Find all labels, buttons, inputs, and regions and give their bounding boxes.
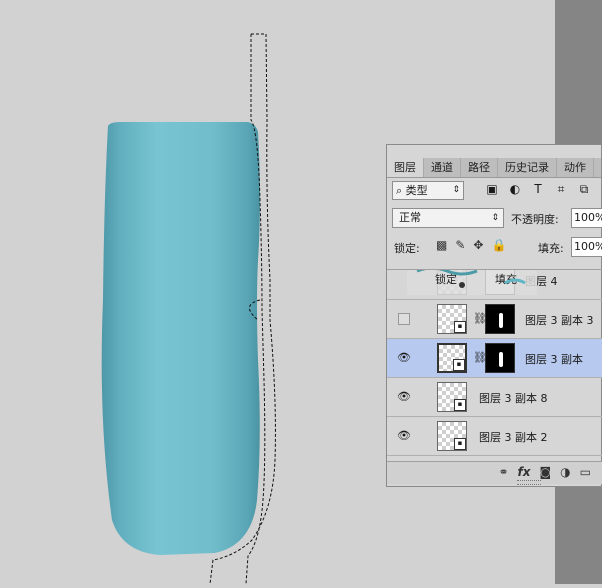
resize-grip[interactable] [517, 480, 541, 485]
layer-thumbnail: ▪ [437, 421, 467, 451]
eye-icon[interactable]: 👁 [397, 429, 411, 443]
layer-thumbnail: ▪ [437, 304, 467, 334]
tab-history[interactable]: 历史记录 [498, 158, 557, 177]
layer-row[interactable]: 👁 ▪ 图层 3 副本 8 [387, 378, 602, 417]
mask-icon[interactable]: ◙ [540, 465, 552, 479]
tab-actions[interactable]: 动作 [557, 158, 594, 177]
tab-channels[interactable]: 通道 [424, 158, 461, 177]
filter-icons: ▣ ◐ T ⌗ ⧉ [484, 182, 592, 197]
adjustment-filter-icon[interactable]: ◐ [507, 182, 523, 197]
visibility-toggle[interactable] [398, 313, 410, 325]
drag-wave-shape [416, 270, 526, 288]
layers-list[interactable]: 图层 4 锁定 填充 ▪ ⛓ 图层 3 副本 3 👁 ▪ ⛓ 图层 3 副本 👁… [387, 269, 602, 462]
layers-panel: 图层 通道 路径 历史记录 动作 ⌕ 类型 ⇕ ▣ ◐ T ⌗ ⧉ 正常 ⇕ 不… [386, 144, 602, 487]
layer-row-selected[interactable]: 👁 ▪ ⛓ 图层 3 副本 [387, 339, 602, 378]
layer-name[interactable]: 图层 3 副本 2 [479, 429, 548, 445]
lock-label: 锁定: [394, 242, 420, 255]
type-filter-icon[interactable]: T [530, 182, 546, 197]
updown-arrow-icon: ⇕ [491, 213, 499, 223]
eye-icon[interactable]: 👁 [397, 351, 411, 365]
drag-overlay: 锁定 填充 [407, 270, 537, 295]
layer-thumbnail: ▪ [437, 343, 467, 373]
tab-layers[interactable]: 图层 [387, 158, 424, 177]
layer-name[interactable]: 图层 3 副本 8 [479, 390, 548, 406]
blend-row: 正常 ⇕ 不透明度: 100% [392, 208, 602, 228]
lock-all-icon[interactable]: 🔒 [491, 238, 506, 252]
lock-icons: ▩ ✎ ✥ 🔒 [436, 238, 506, 252]
smart-object-icon: ▪ [453, 359, 465, 371]
lock-transparent-icon[interactable]: ▩ [436, 238, 447, 252]
eye-icon[interactable]: 👁 [397, 390, 411, 404]
updown-arrow-icon: ⇕ [452, 185, 460, 195]
bottle-shape [101, 122, 261, 555]
smart-object-icon: ▪ [454, 438, 466, 450]
layer-thumbnail: ▪ [437, 382, 467, 412]
smart-object-icon: ▪ [454, 321, 466, 333]
smart-object-icon: ▪ [454, 399, 466, 411]
opacity-label: 不透明度: [511, 213, 559, 226]
smart-object-filter-icon[interactable]: ⧉ [576, 182, 592, 197]
layer-mask-thumbnail [485, 343, 515, 373]
folder-icon[interactable]: ▭ [580, 465, 591, 479]
panel-footer: ⚭ fx ◙ ◑ ▭ [387, 461, 602, 484]
filter-row: ⌕ 类型 ⇕ ▣ ◐ T ⌗ ⧉ [392, 181, 598, 201]
fx-icon[interactable]: fx [518, 465, 531, 479]
lock-row: 锁定: ▩ ✎ ✥ 🔒 填充: 100% [392, 237, 602, 257]
layer-name[interactable]: 图层 3 副本 3 [525, 312, 594, 328]
link-icon[interactable]: ⚭ [498, 465, 508, 479]
fill-label: 填充: [538, 242, 564, 255]
layer-mask-thumbnail [485, 304, 515, 334]
filter-label: 类型 [405, 184, 428, 197]
opacity-input[interactable]: 100% [571, 208, 602, 228]
layer-row[interactable]: ▪ ⛓ 图层 3 副本 3 [387, 300, 602, 339]
layer-row[interactable]: 👁 ▪ 图层 3 副本 2 [387, 417, 602, 456]
layer-name[interactable]: 图层 3 副本 [525, 351, 583, 367]
footer-icons: ⚭ fx ◙ ◑ ▭ [498, 465, 591, 479]
shape-filter-icon[interactable]: ⌗ [553, 182, 569, 197]
search-icon: ⌕ [396, 184, 403, 197]
image-filter-icon[interactable]: ▣ [484, 182, 500, 197]
lock-move-icon[interactable]: ✥ [473, 238, 483, 252]
adjustment-icon[interactable]: ◑ [560, 465, 570, 479]
layer-row[interactable]: 图层 4 锁定 填充 [387, 270, 602, 300]
panel-tabs: 图层 通道 路径 历史记录 动作 [387, 158, 601, 178]
tab-paths[interactable]: 路径 [461, 158, 498, 177]
blend-mode-value: 正常 [399, 211, 421, 224]
blend-mode-select[interactable]: 正常 ⇕ [392, 208, 504, 228]
lock-brush-icon[interactable]: ✎ [455, 238, 465, 252]
fill-input[interactable]: 100% [571, 237, 602, 257]
layer-filter-select[interactable]: ⌕ 类型 ⇕ [392, 181, 464, 200]
